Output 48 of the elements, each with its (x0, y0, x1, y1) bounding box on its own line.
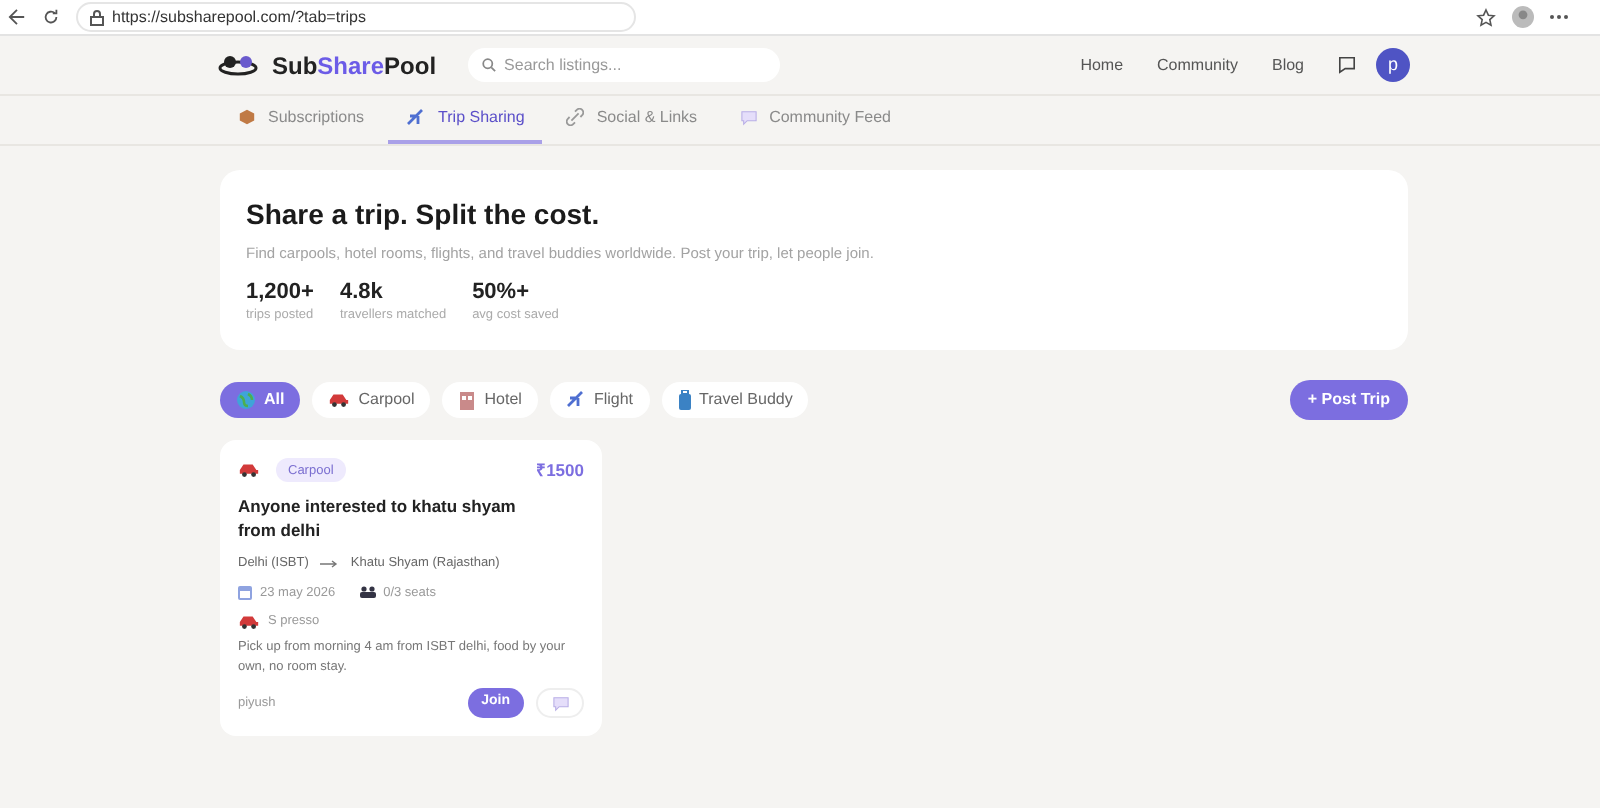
speech-bubble-icon (551, 695, 569, 711)
brand-name[interactable]: SubSharePool (272, 47, 437, 83)
globe-icon (236, 390, 256, 410)
nav-link[interactable]: Blog (1271, 53, 1304, 77)
nav-tab[interactable]: Social & Links (548, 94, 716, 144)
lock-icon (90, 9, 104, 25)
search-field[interactable]: Search listings... (468, 48, 781, 82)
nav-link[interactable]: Community (1157, 53, 1238, 77)
trip-card[interactable] (220, 440, 602, 736)
address-bar[interactable]: https://subsharepool.com/?tab=trips (76, 2, 636, 32)
plane-icon (565, 390, 586, 410)
user-avatar[interactable]: p (1376, 48, 1410, 82)
car-icon (238, 462, 260, 479)
profile-icon[interactable] (1512, 6, 1534, 28)
arrow-icon (320, 559, 339, 568)
nav-tab[interactable]: Community Feed (721, 94, 909, 144)
car-icon (328, 392, 351, 408)
trip-title: Anyone interested to khatu shyam from delhi (238, 493, 518, 542)
stat-value: 50%+ (472, 278, 532, 307)
filter-chip[interactable]: Hotel (442, 382, 538, 418)
plane-icon (406, 107, 427, 127)
post-trip-button[interactable]: + Post Trip (1289, 380, 1408, 420)
reload-icon[interactable] (42, 8, 60, 26)
filter-chip[interactable]: Flight (549, 382, 649, 418)
link-icon (566, 108, 585, 126)
car-icon (238, 614, 260, 631)
back-icon[interactable] (8, 8, 26, 26)
speech-bubble-icon (739, 109, 758, 125)
stat-value: 4.8k (339, 278, 385, 307)
message-icon[interactable] (1338, 56, 1356, 74)
people-icon (359, 586, 376, 599)
filter-chip[interactable]: Carpool (312, 382, 431, 418)
nav-link[interactable]: Home (1080, 53, 1124, 77)
filter-chip[interactable]: All (220, 382, 301, 418)
search-icon (482, 58, 497, 72)
star-icon[interactable] (1476, 7, 1496, 27)
nav-tab[interactable]: Trip Sharing (388, 94, 543, 144)
building-icon (458, 390, 477, 410)
luggage-icon (677, 390, 691, 410)
logo-icon (218, 52, 260, 78)
hero-title: Share a trip. Split the cost. (246, 196, 602, 232)
price: ₹1500 (536, 458, 584, 484)
calendar-icon (238, 585, 252, 600)
stat-value: 1,200+ (246, 278, 314, 307)
box-icon (238, 108, 256, 126)
nav-tab[interactable]: Subscriptions (220, 94, 383, 144)
more-icon[interactable] (1550, 14, 1568, 20)
filter-chip[interactable]: Travel Buddy (661, 382, 809, 418)
